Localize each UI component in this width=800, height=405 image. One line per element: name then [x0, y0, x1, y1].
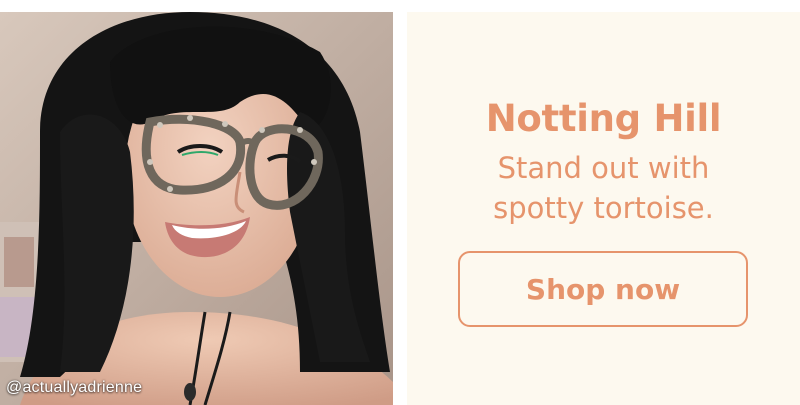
- collection-title: Notting Hill: [485, 97, 722, 140]
- model-photo[interactable]: @actuallyadrienne: [0, 12, 393, 405]
- tagline-line-1: Stand out with: [497, 151, 710, 185]
- promo-banner: @actuallyadrienne Notting Hill Stand out…: [0, 0, 800, 405]
- model-photo-illustration: [0, 12, 393, 405]
- tagline: Stand out with spotty tortoise.: [407, 148, 800, 228]
- shop-now-button[interactable]: Shop now: [458, 251, 748, 327]
- promo-panel: Notting Hill Stand out with spotty torto…: [407, 12, 800, 405]
- photo-credit: @actuallyadrienne: [6, 379, 143, 396]
- tagline-line-2: spotty tortoise.: [493, 191, 714, 225]
